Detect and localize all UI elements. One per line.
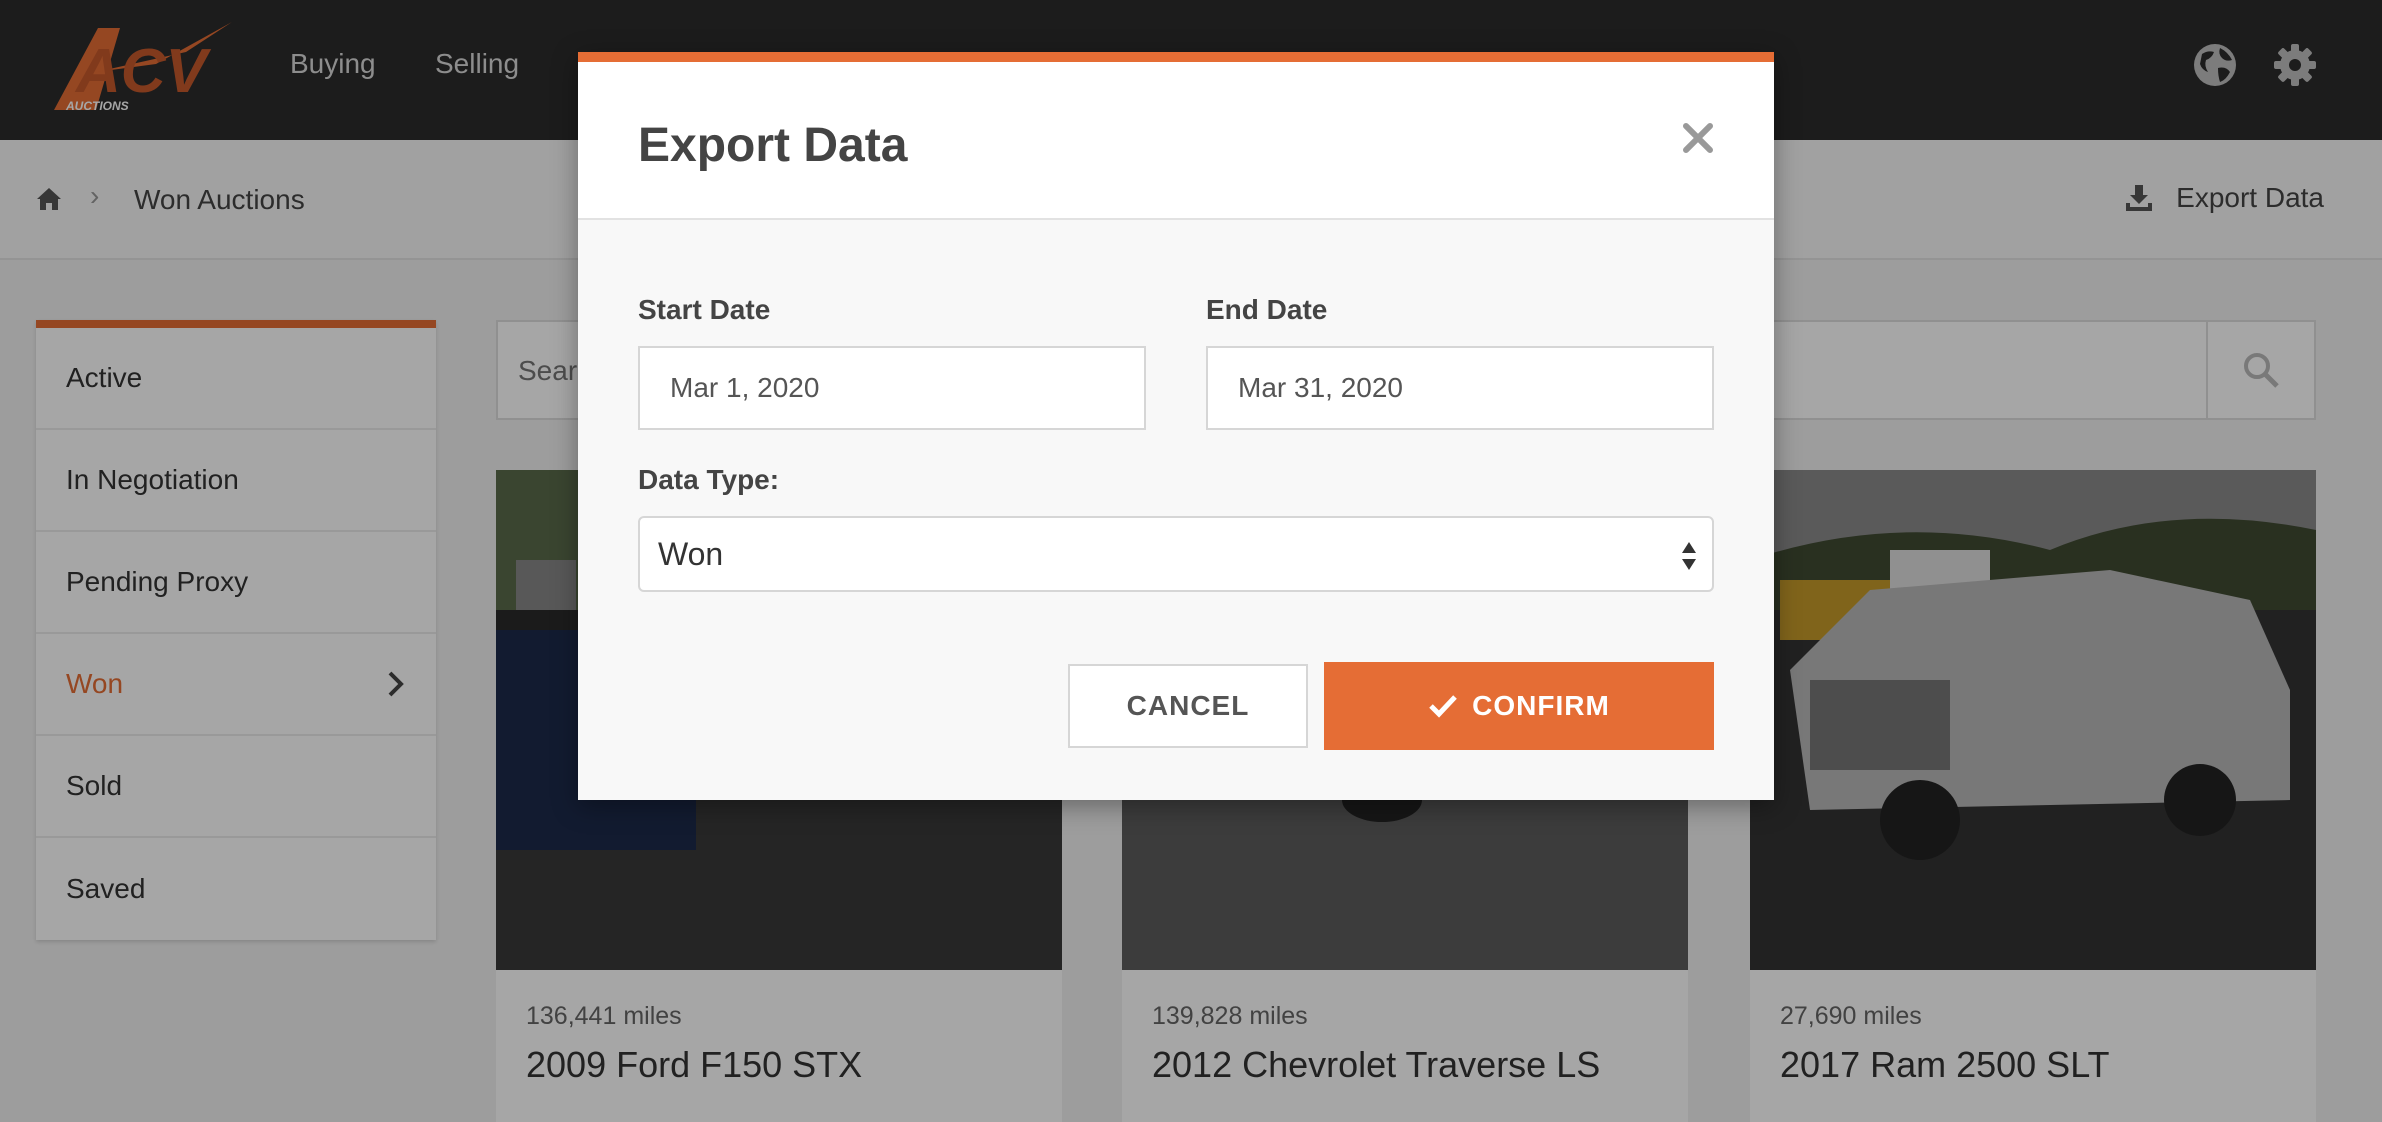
start-date-label: Start Date (638, 294, 771, 325)
check-icon (1429, 695, 1457, 718)
end-date-field[interactable] (1206, 346, 1714, 430)
confirm-label: CONFIRM (1472, 690, 1610, 721)
confirm-button[interactable]: CONFIRM (1324, 662, 1714, 750)
data-type-label: Data Type: (638, 464, 780, 495)
data-type-select[interactable]: Won (638, 516, 1714, 592)
select-arrows-icon (1682, 542, 1696, 570)
cancel-button[interactable]: CANCEL (1068, 664, 1308, 748)
end-date-label: End Date (1206, 294, 1328, 325)
modal-title: Export Data (638, 119, 908, 172)
export-data-modal: Export Data Start Date End Date Data Typ… (578, 52, 1774, 800)
start-date-field[interactable] (638, 346, 1146, 430)
close-icon[interactable] (1678, 118, 1718, 158)
data-type-value: Won (658, 536, 724, 572)
modal-header: Export Data (578, 62, 1774, 220)
